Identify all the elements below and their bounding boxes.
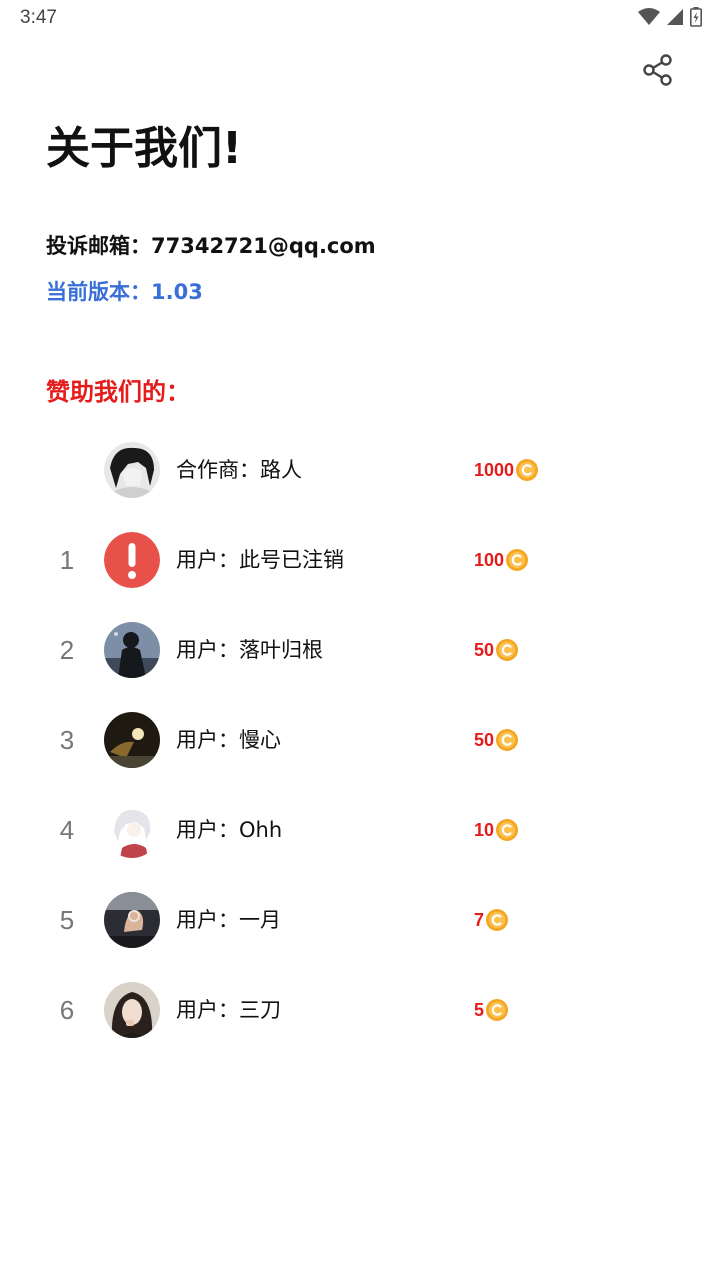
sponsor-rank: 2	[59, 635, 75, 665]
coin-icon	[495, 638, 519, 662]
sponsor-list: 合作商：路人 1000 1 用户：此号已注销 100 2 用户：落叶归根 50 …	[0, 425, 720, 1055]
sponsor-name: 用户：慢心	[176, 728, 281, 752]
amount-value: 1000	[474, 459, 515, 480]
sponsor-heading: 赞助我们的：	[46, 378, 190, 406]
amount-value: 10	[474, 819, 495, 840]
avatar	[104, 442, 160, 498]
sponsor-amount: 50	[474, 695, 519, 785]
avatar	[104, 892, 160, 948]
status-icons	[638, 7, 702, 31]
amount-value: 100	[474, 549, 505, 570]
coin-icon	[495, 818, 519, 842]
sponsor-amount: 1000	[474, 425, 539, 515]
sponsor-name: 用户：Ohh	[176, 818, 283, 842]
avatar	[104, 622, 160, 678]
share-icon	[641, 53, 675, 91]
avatar	[104, 802, 160, 858]
sponsor-name: 用户：三刀	[176, 998, 281, 1022]
current-version: 当前版本：1.03	[46, 280, 203, 304]
sponsor-row: 3 用户：慢心 50	[0, 695, 720, 785]
signal-icon	[666, 8, 684, 30]
avatar	[104, 532, 160, 588]
complaint-email: 投诉邮箱：77342721@qq.com	[46, 234, 376, 258]
amount-value: 7	[474, 909, 485, 930]
sponsor-name: 用户：落叶归根	[176, 638, 323, 662]
amount-value: 5	[474, 999, 485, 1020]
sponsor-rank	[52, 425, 82, 515]
sponsor-row: 1 用户：此号已注销 100	[0, 515, 720, 605]
avatar	[104, 982, 160, 1038]
sponsor-amount: 7	[474, 875, 509, 965]
sponsor-name: 用户：此号已注销	[176, 548, 344, 572]
share-button[interactable]	[638, 52, 678, 92]
coin-icon	[495, 728, 519, 752]
status-time: 3:47	[20, 7, 57, 28]
coin-icon	[485, 908, 509, 932]
sponsor-rank: 5	[59, 905, 75, 935]
sponsor-amount: 100	[474, 515, 529, 605]
coin-icon	[515, 458, 539, 482]
sponsor-name: 合作商：路人	[176, 458, 302, 482]
sponsor-row: 4 用户：Ohh 10	[0, 785, 720, 875]
status-bar: 3:47	[0, 0, 720, 36]
sponsor-row: 2 用户：落叶归根 50	[0, 605, 720, 695]
sponsor-row: 6 用户：三刀 5	[0, 965, 720, 1055]
coin-icon	[485, 998, 509, 1022]
sponsor-amount: 50	[474, 605, 519, 695]
coin-icon	[505, 548, 529, 572]
sponsor-row: 合作商：路人 1000	[0, 425, 720, 515]
sponsor-amount: 5	[474, 965, 509, 1055]
page-title: 关于我们!	[46, 123, 243, 174]
sponsor-row: 5 用户：一月 7	[0, 875, 720, 965]
sponsor-rank: 4	[59, 815, 75, 845]
sponsor-rank: 3	[59, 725, 75, 755]
sponsor-rank: 1	[59, 545, 75, 575]
battery-icon	[690, 7, 702, 31]
amount-value: 50	[474, 729, 495, 750]
avatar	[104, 712, 160, 768]
sponsor-name: 用户：一月	[176, 908, 281, 932]
wifi-icon	[638, 8, 660, 30]
amount-value: 50	[474, 639, 495, 660]
sponsor-rank: 6	[59, 995, 75, 1025]
sponsor-amount: 10	[474, 785, 519, 875]
